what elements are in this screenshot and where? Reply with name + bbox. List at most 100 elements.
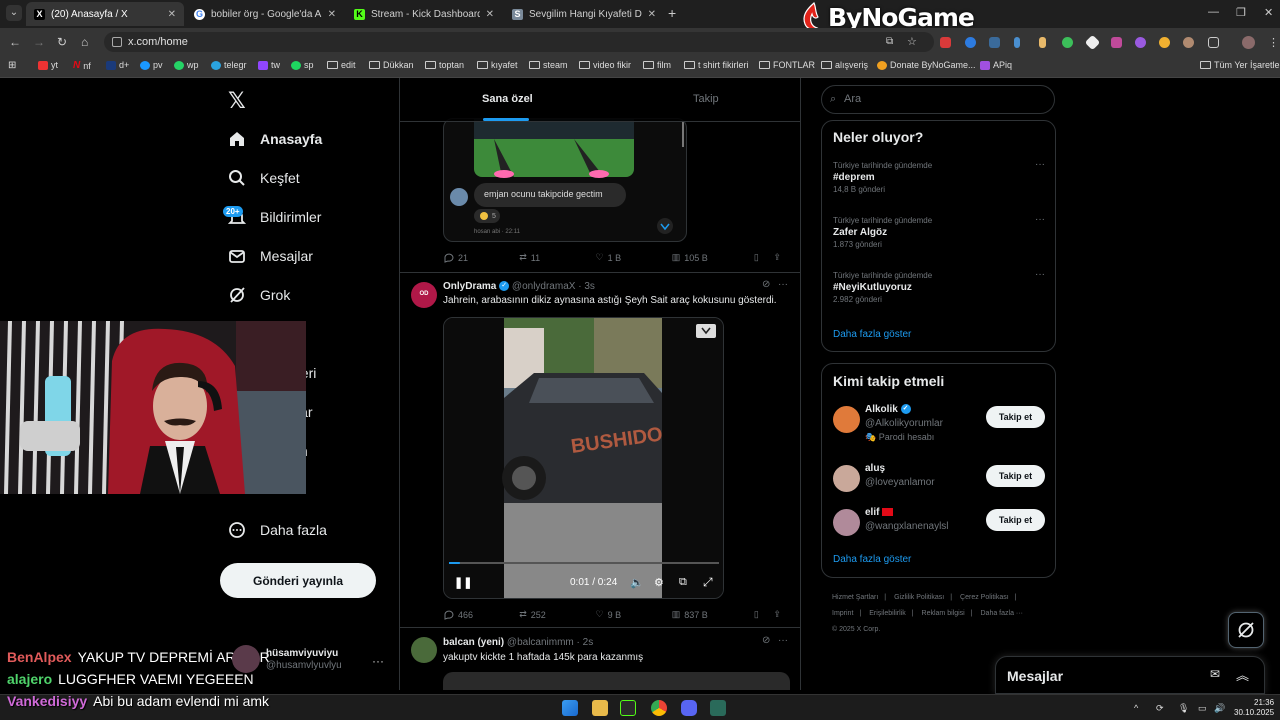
system-clock[interactable]: 21:36 30.10.2025 xyxy=(1234,698,1274,718)
address-bar[interactable]: x.com/home xyxy=(104,32,934,52)
trend-item[interactable]: Türkiye tarihinde gündemde #NeyiKutluyor… xyxy=(833,269,1045,304)
follow-button[interactable]: Takip et xyxy=(986,465,1045,487)
extensions-puzzle-icon[interactable] xyxy=(1208,37,1219,48)
bookmark-fontlar[interactable]: FONTLAR xyxy=(759,60,815,70)
new-tab-button[interactable]: + xyxy=(668,6,676,20)
trend-item[interactable]: Türkiye tarihinde gündemde Zafer Algöz 1… xyxy=(833,214,1045,249)
grok-floating-button[interactable] xyxy=(1228,612,1264,648)
tray-chevron-up-icon[interactable]: ^ xyxy=(1134,703,1138,713)
extension-icon[interactable] xyxy=(965,37,976,48)
close-icon[interactable]: ✕ xyxy=(328,9,336,20)
nav-explore[interactable]: Keşfet xyxy=(228,169,300,187)
more-dots-icon[interactable]: ··· xyxy=(372,654,384,668)
views-button[interactable]: ▥ 837 B xyxy=(672,609,754,620)
share-button[interactable]: ⇪ xyxy=(773,252,793,263)
bookmark-dplus[interactable]: d+ xyxy=(106,60,129,70)
bookmark-button[interactable]: ▯ xyxy=(754,252,774,263)
footer-link[interactable]: Imprint xyxy=(832,610,853,617)
account-switcher[interactable]: hüsamviyuviyu @husamvlyuvlyu ··· xyxy=(232,645,384,673)
bookmark-sp[interactable]: sp xyxy=(291,60,314,70)
extension-icon[interactable] xyxy=(989,37,1000,48)
close-icon[interactable]: ✕ xyxy=(168,9,176,20)
bookmark-tshirt[interactable]: t shirt fikirleri xyxy=(684,60,749,70)
follow-button[interactable]: Takip et xyxy=(986,509,1045,531)
avatar[interactable]: OD xyxy=(411,282,437,308)
follow-button[interactable]: Takip et xyxy=(986,406,1045,428)
window-close-button[interactable]: ✕ xyxy=(1264,6,1273,19)
close-icon[interactable]: ✕ xyxy=(486,9,494,20)
browser-tab-google[interactable]: G bobiler örg - Google'da Ara ✕ xyxy=(186,2,344,26)
post-image[interactable]: emjan ocunu takipcide gectim 5 hosan abi… xyxy=(443,118,687,242)
like-button[interactable]: ♡ 1 B xyxy=(596,252,672,263)
forward-arrow-icon[interactable]: → xyxy=(33,35,45,49)
browser-tab-kick[interactable]: K Stream - Kick Dashboard ✕ xyxy=(346,2,502,26)
extension-icon[interactable] xyxy=(1111,37,1122,48)
extension-icon[interactable] xyxy=(1062,37,1073,48)
like-button[interactable]: ♡ 9 B xyxy=(596,609,672,620)
home-icon[interactable]: ⌂ xyxy=(81,35,88,49)
who-show-more-link[interactable]: Daha fazla göster xyxy=(833,554,911,565)
extension-abp-icon[interactable] xyxy=(940,37,951,48)
bookmark-toptan[interactable]: toptan xyxy=(425,60,464,70)
all-bookmarks[interactable]: Tüm Yer İşaretleri xyxy=(1200,60,1280,70)
follow-suggestion[interactable]: aluş @loveyanlamor Takip et xyxy=(833,463,1046,497)
browser-tab-outfit[interactable]: S Sevgilim Hangi Kıyafeti Dışarda ✕ xyxy=(504,2,664,26)
nav-home[interactable]: Anasayfa xyxy=(228,130,322,148)
discord-icon[interactable] xyxy=(681,700,697,716)
bookmark-yt[interactable]: yt xyxy=(38,60,58,70)
extension-icon[interactable] xyxy=(1014,37,1020,48)
more-dots-icon[interactable]: ··· xyxy=(1035,269,1045,280)
tab-search-button[interactable]: ⌄ xyxy=(6,5,22,21)
bookmark-edit[interactable]: edit xyxy=(327,60,356,70)
post-time[interactable]: · 3s xyxy=(578,281,595,292)
bookmark-nf[interactable]: Nnf xyxy=(73,60,91,71)
extension-icon[interactable] xyxy=(1159,37,1170,48)
more-dots-icon[interactable]: ··· xyxy=(778,635,788,646)
chevron-up-icon[interactable]: ︽ xyxy=(1236,665,1249,684)
search-input[interactable]: ⌕ Ara xyxy=(821,85,1055,114)
more-dots-icon[interactable]: ··· xyxy=(1035,159,1045,170)
browser-tab-x[interactable]: X (20) Anasayfa / X ✕ xyxy=(26,2,184,26)
bookmark-kiyafet[interactable]: kıyafet xyxy=(477,60,518,70)
bookmark-film[interactable]: film xyxy=(643,60,671,70)
trends-show-more-link[interactable]: Daha fazla göster xyxy=(833,329,911,340)
follow-suggestion[interactable]: Alkolik ✓ @Alkolikyorumlar 🎭 Parodi hesa… xyxy=(833,404,1046,442)
author-handle[interactable]: @balcanimmm xyxy=(507,637,574,648)
repost-button[interactable]: ⇄ 252 xyxy=(519,609,595,620)
bookmark-donate[interactable]: Donate ByNoGame... xyxy=(877,60,976,70)
grok-explain-icon[interactable]: ⊘ xyxy=(762,279,770,290)
reply-button[interactable]: 466 xyxy=(443,609,519,620)
speaker-icon[interactable]: 🔊 xyxy=(1214,703,1225,714)
tab-following[interactable]: Takip xyxy=(693,93,719,105)
maximize-button[interactable]: ❐ xyxy=(1236,6,1246,19)
site-info-icon[interactable] xyxy=(112,37,122,47)
windows-start-icon[interactable] xyxy=(562,700,578,716)
bookmark-star-icon[interactable]: ☆ xyxy=(907,35,917,48)
profile-avatar-icon[interactable] xyxy=(1242,36,1255,49)
app-icon[interactable] xyxy=(710,700,726,716)
bookmark-wp[interactable]: wp xyxy=(174,60,199,70)
more-dots-icon[interactable]: ··· xyxy=(778,279,788,290)
browser-menu-icon[interactable]: ⋮ xyxy=(1268,36,1279,49)
video-player[interactable]: BUSHIDO ❚❚ 0:01 / 0:24 🔈 ⚙ ⧉ ⤢ xyxy=(443,317,724,599)
footer-link[interactable]: Hizmet Şartları xyxy=(832,594,878,601)
bookmark-alisveris[interactable]: alışveriş xyxy=(821,60,868,70)
author-handle[interactable]: @onlydramaX xyxy=(512,281,576,292)
microphone-icon[interactable]: 🎙 xyxy=(1178,703,1189,714)
post-image[interactable] xyxy=(443,672,790,690)
author-name[interactable]: OnlyDrama xyxy=(443,281,496,292)
close-icon[interactable]: ✕ xyxy=(648,9,656,20)
fullscreen-icon[interactable]: ⤢ xyxy=(703,575,713,590)
new-message-icon[interactable]: ✉ xyxy=(1210,667,1220,681)
reload-icon[interactable]: ↻ xyxy=(57,35,67,49)
cast-icon[interactable]: ⧉ xyxy=(886,36,893,47)
extension-icon[interactable] xyxy=(1183,37,1194,48)
bookmark-steam[interactable]: steam xyxy=(529,60,568,70)
picture-in-picture-icon[interactable]: ⧉ xyxy=(679,576,687,589)
author-name[interactable]: balcan (yeni) xyxy=(443,637,504,648)
x-logo-icon[interactable]: 𝕏 xyxy=(228,89,246,114)
post[interactable]: balcan (yeni) @balcanimmm · 2s ⊘ ··· yak… xyxy=(400,628,800,690)
reply-button[interactable]: 21 xyxy=(443,252,519,263)
kick-app-icon[interactable] xyxy=(620,700,636,716)
footer-link[interactable]: Gizlilik Politikası xyxy=(894,594,944,601)
